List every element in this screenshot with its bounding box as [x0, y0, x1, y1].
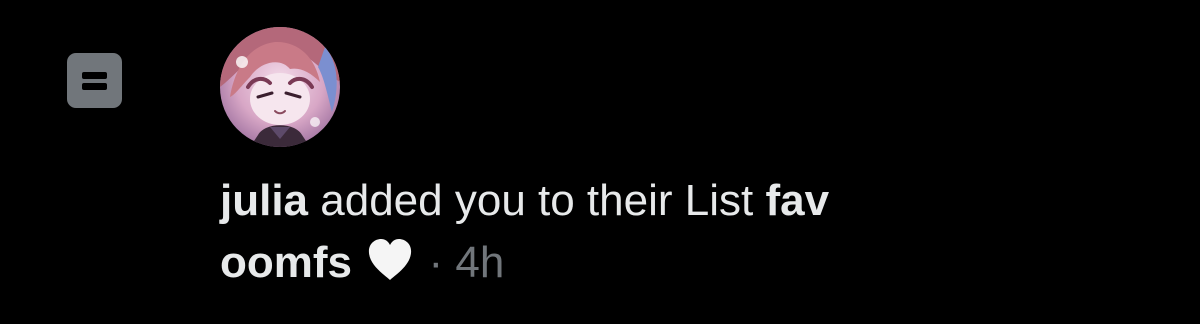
timestamp: 4h: [455, 238, 505, 287]
action-text: added you to their List: [320, 176, 754, 225]
list-icon: [67, 53, 122, 108]
notification-item[interactable]: julia added you to their List fav oomfs ·…: [0, 0, 1200, 324]
heart-icon: [369, 239, 412, 280]
avatar-icon: [220, 27, 340, 147]
list-name-part2: oomfs: [220, 238, 352, 287]
separator-dot: ·: [428, 238, 444, 287]
notification-text: julia added you to their List fav oomfs ·…: [220, 170, 1100, 294]
user-name-link[interactable]: julia: [220, 176, 308, 225]
list-name-part1: fav: [765, 176, 830, 225]
avatar[interactable]: [220, 27, 340, 147]
